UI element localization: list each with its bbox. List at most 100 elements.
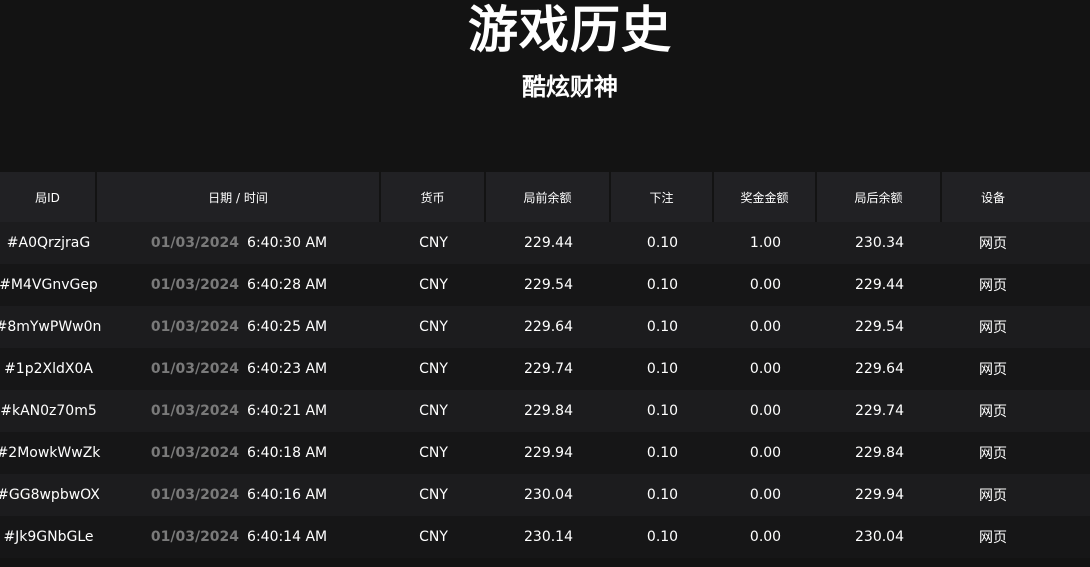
history-table: 局ID 日期 / 时间 货币 局前余额 下注 奖金金额 局后余额 设备 #A0Q… [0, 172, 1090, 558]
bet-cell: 0.10 [646, 445, 679, 461]
game-history-page: 游戏历史 酷炫财神 局ID 日期 / 时间 货币 局前余额 下注 奖金金额 局后… [0, 0, 1090, 567]
game-name-subtitle: 酷炫财神 [522, 73, 618, 101]
round-id-cell[interactable]: #M4VGnvGep [0, 264, 98, 306]
device-cell: 网页 [979, 278, 1007, 294]
table-row[interactable]: #1p2XldX0A 01/03/2024 6:40:23 AM CNY 229.… [0, 348, 1090, 390]
round-id-cell[interactable]: #Jk9GNbGLe [0, 516, 97, 558]
bet-cell: 0.10 [646, 319, 679, 335]
time-text: 6:40:18 AM [247, 445, 328, 461]
table-row[interactable]: #M4VGnvGep 01/03/2024 6:40:28 AM CNY 229.… [0, 264, 1090, 306]
balance-before-cell: 229.54 [524, 277, 573, 293]
table-row[interactable]: #kAN0z70m5 01/03/2024 6:40:21 AM CNY 229.… [0, 390, 1090, 432]
datetime-cell: 01/03/2024 6:40:18 AM [97, 432, 381, 474]
page-title: 游戏历史 [468, 1, 672, 59]
device-cell: 网页 [979, 320, 1007, 336]
balance-after-cell: 229.64 [855, 361, 904, 377]
datetime-cell: 01/03/2024 6:40:25 AM [97, 306, 381, 348]
currency-cell: CNY [419, 319, 448, 335]
time-text: 6:40:23 AM [247, 361, 328, 377]
time-text: 6:40:14 AM [247, 529, 328, 545]
balance-after-cell: 229.54 [855, 319, 904, 335]
table-row[interactable]: #8mYwPWw0n 01/03/2024 6:40:25 AM CNY 229.… [0, 306, 1090, 348]
prize-cell: 0.00 [749, 361, 782, 377]
header-bet: 下注 [611, 172, 714, 222]
balance-before-cell: 229.44 [524, 235, 573, 251]
header-currency: 货币 [381, 172, 486, 222]
balance-before-cell: 229.84 [524, 403, 573, 419]
device-cell: 网页 [979, 236, 1007, 252]
date-text: 01/03/2024 [150, 529, 240, 545]
bet-cell: 0.10 [646, 361, 679, 377]
balance-before-cell: 230.04 [524, 487, 573, 503]
date-text: 01/03/2024 [150, 361, 240, 377]
bet-cell: 0.10 [646, 529, 679, 545]
round-id-cell[interactable]: #GG8wpbwOX [0, 474, 100, 516]
balance-before-cell: 229.74 [524, 361, 573, 377]
datetime-cell: 01/03/2024 6:40:16 AM [97, 474, 381, 516]
header-balance-after: 局后余额 [817, 172, 942, 222]
header-balance-before: 局前余额 [486, 172, 611, 222]
currency-cell: CNY [419, 235, 448, 251]
date-text: 01/03/2024 [150, 403, 240, 419]
balance-before-cell: 229.64 [524, 319, 573, 335]
currency-cell: CNY [419, 361, 448, 377]
round-id-cell[interactable]: #8mYwPWw0n [0, 306, 101, 348]
round-id-cell[interactable]: #kAN0z70m5 [0, 390, 97, 432]
device-cell: 网页 [979, 530, 1007, 546]
prize-cell: 0.00 [749, 277, 782, 293]
datetime-cell: 01/03/2024 6:40:21 AM [97, 390, 381, 432]
bet-cell: 0.10 [646, 235, 679, 251]
prize-cell: 0.00 [749, 319, 782, 335]
table-row[interactable]: #GG8wpbwOX 01/03/2024 6:40:16 AM CNY 230.… [0, 474, 1090, 516]
datetime-cell: 01/03/2024 6:40:30 AM [97, 222, 381, 264]
table-row[interactable]: #Jk9GNbGLe 01/03/2024 6:40:14 AM CNY 230.… [0, 516, 1090, 558]
balance-after-cell: 229.74 [855, 403, 904, 419]
table-row[interactable]: #2MowkWwZk 01/03/2024 6:40:18 AM CNY 229.… [0, 432, 1090, 474]
date-text: 01/03/2024 [150, 487, 240, 503]
prize-cell: 0.00 [749, 403, 782, 419]
date-text: 01/03/2024 [150, 235, 240, 251]
date-text: 01/03/2024 [150, 319, 240, 335]
balance-after-cell: 229.94 [855, 487, 904, 503]
round-id-cell[interactable]: #2MowkWwZk [0, 432, 100, 474]
header-round-id: 局ID [0, 172, 97, 222]
device-cell: 网页 [979, 488, 1007, 504]
table-header-row: 局ID 日期 / 时间 货币 局前余额 下注 奖金金额 局后余额 设备 [0, 172, 1090, 222]
datetime-cell: 01/03/2024 6:40:14 AM [97, 516, 381, 558]
datetime-cell: 01/03/2024 6:40:28 AM [97, 264, 381, 306]
balance-after-cell: 229.44 [855, 277, 904, 293]
device-cell: 网页 [979, 446, 1007, 462]
currency-cell: CNY [419, 487, 448, 503]
time-text: 6:40:28 AM [247, 277, 328, 293]
table-row[interactable]: #A0QrzjraG 01/03/2024 6:40:30 AM CNY 229.… [0, 222, 1090, 264]
time-text: 6:40:16 AM [247, 487, 328, 503]
prize-cell: 0.00 [749, 487, 782, 503]
prize-cell: 1.00 [749, 235, 782, 251]
header-datetime: 日期 / 时间 [97, 172, 381, 222]
round-id-cell[interactable]: #1p2XldX0A [0, 348, 97, 390]
balance-after-cell: 230.04 [855, 529, 904, 545]
bet-cell: 0.10 [646, 487, 679, 503]
currency-cell: CNY [419, 403, 448, 419]
prize-cell: 0.00 [749, 445, 782, 461]
time-text: 6:40:25 AM [247, 319, 328, 335]
currency-cell: CNY [419, 529, 448, 545]
round-id-cell[interactable]: #A0QrzjraG [0, 222, 97, 264]
balance-after-cell: 230.34 [855, 235, 904, 251]
balance-before-cell: 229.94 [524, 445, 573, 461]
header-device: 设备 [980, 190, 1005, 205]
datetime-cell: 01/03/2024 6:40:23 AM [97, 348, 381, 390]
currency-cell: CNY [419, 445, 448, 461]
currency-cell: CNY [419, 277, 448, 293]
device-cell: 网页 [979, 404, 1007, 420]
time-text: 6:40:30 AM [247, 235, 328, 251]
bet-cell: 0.10 [646, 277, 679, 293]
balance-before-cell: 230.14 [524, 529, 573, 545]
device-cell: 网页 [979, 362, 1007, 378]
balance-after-cell: 229.84 [855, 445, 904, 461]
header-prize: 奖金金额 [714, 172, 817, 222]
date-text: 01/03/2024 [150, 445, 240, 461]
date-text: 01/03/2024 [150, 277, 240, 293]
bet-cell: 0.10 [646, 403, 679, 419]
prize-cell: 0.00 [749, 529, 782, 545]
